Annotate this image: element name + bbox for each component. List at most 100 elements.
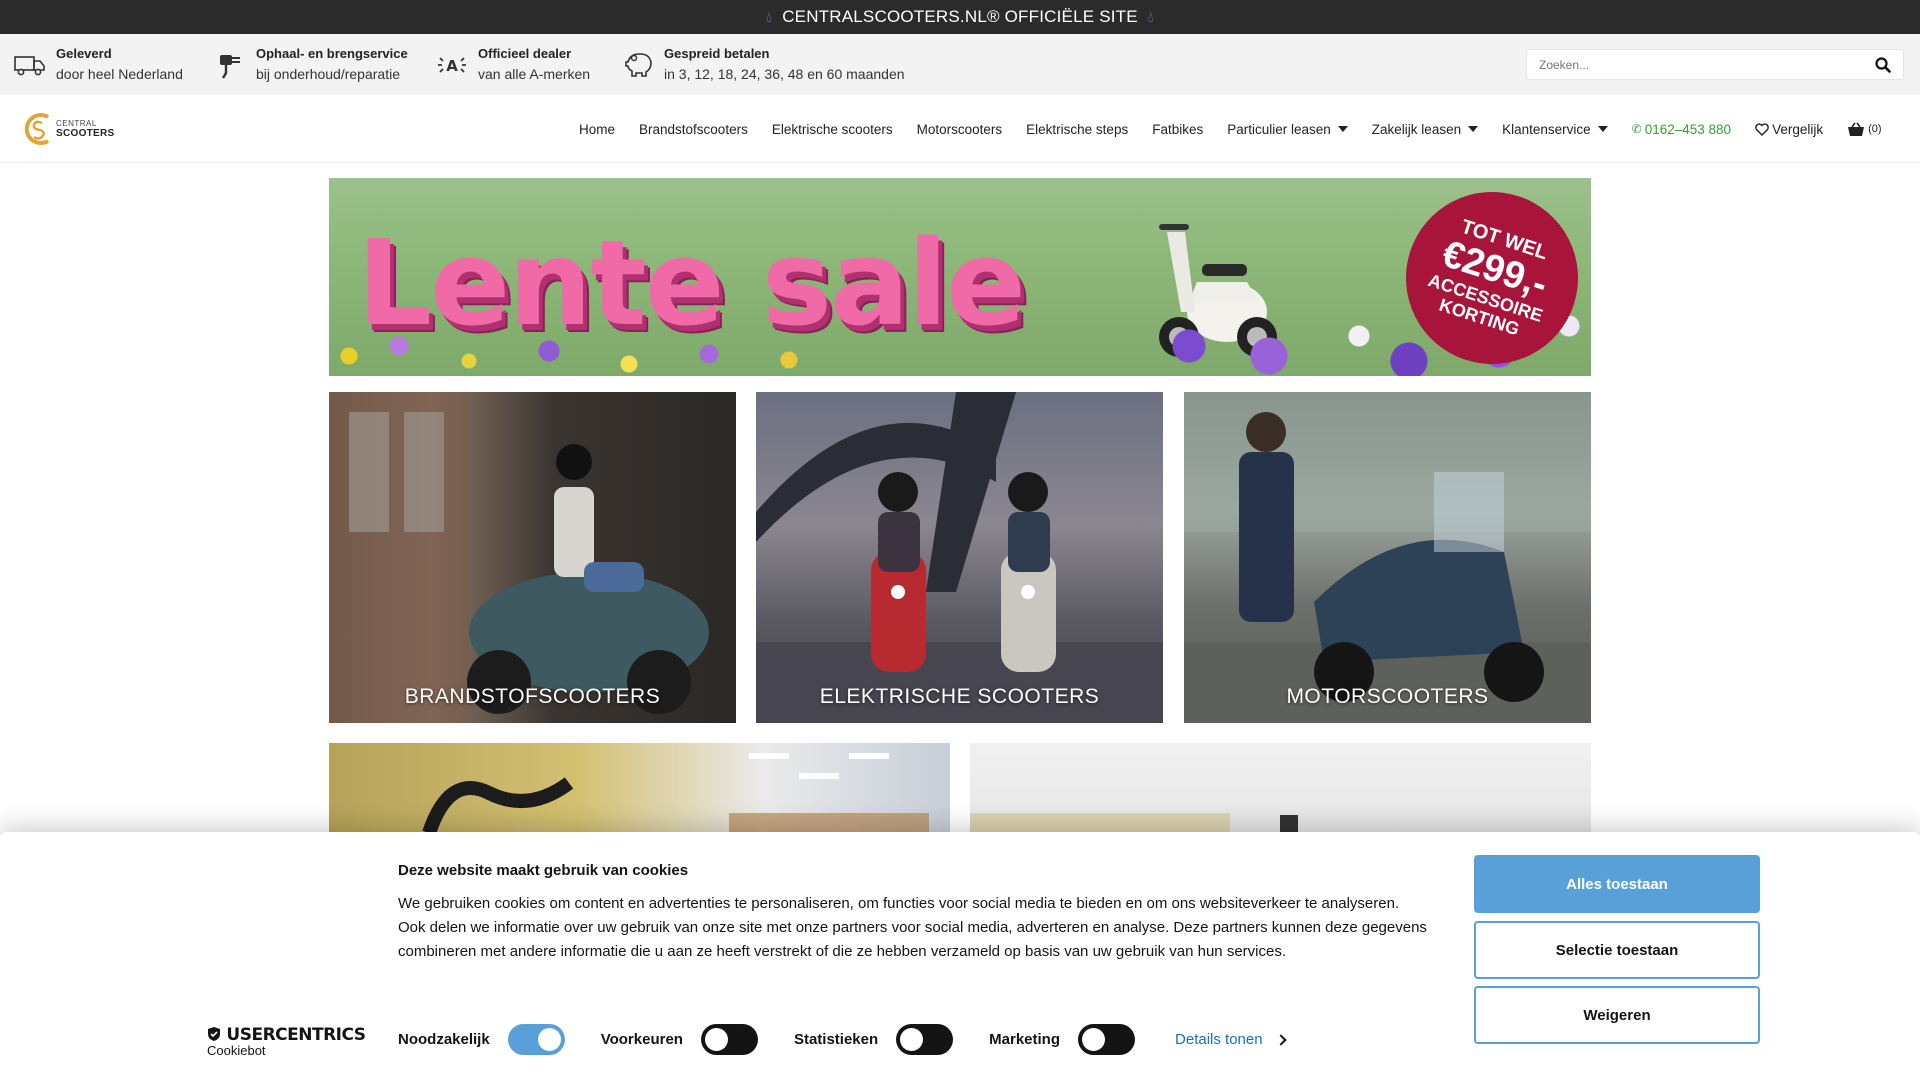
nav-particulier-leasen[interactable]: Particulier leasen <box>1227 122 1348 137</box>
search-input[interactable] <box>1527 50 1863 79</box>
showroom-photo <box>970 813 1298 843</box>
necessary-switch[interactable] <box>507 1024 565 1055</box>
search-box <box>1526 49 1904 80</box>
marketing-switch[interactable] <box>1078 1024 1136 1055</box>
details-label: Details tonen <box>1175 1031 1263 1048</box>
cookie-brand-text: USERCENTRICS <box>226 1025 366 1045</box>
tile-label: BRANDSTOFSCOOTERS <box>404 685 661 708</box>
switch-knob <box>900 1028 924 1051</box>
toggle-preferences: Voorkeuren <box>601 1024 758 1055</box>
main-menu: Home Brandstofscooters Elektrische scoot… <box>579 95 1906 163</box>
nav-label: Home <box>579 121 616 137</box>
details-link[interactable]: Details tonen <box>1175 1031 1287 1048</box>
switch-knob <box>537 1028 561 1051</box>
cart-count: (0) <box>1868 123 1882 135</box>
showroom-tile[interactable] <box>970 743 1591 843</box>
scooter-photo <box>329 392 709 723</box>
showroom-photo <box>422 753 929 843</box>
nav-klantenservice[interactable]: Klantenservice <box>1502 122 1608 137</box>
allow-selection-button[interactable]: Selectie toestaan <box>1474 921 1760 979</box>
usercentrics-logo[interactable]: USERCENTRICS Cookiebot <box>207 1025 366 1058</box>
usp-title: Ophaal- en brengservice <box>256 46 408 61</box>
logo[interactable]: CENTRAL SCOOTERS <box>22 111 115 147</box>
usp-subtitle: bij onderhoud/reparatie <box>256 66 400 82</box>
cookie-brand-sub: Cookiebot <box>207 1043 266 1058</box>
nav-label: Brandstofscooters <box>639 121 748 137</box>
switch-knob <box>1082 1028 1106 1051</box>
droplet-icon: 💧︎ <box>1147 8 1154 26</box>
toggle-statistics: Statistieken <box>793 1024 954 1055</box>
phone-number: 0162–453 880 <box>1644 121 1732 137</box>
usp-title: Geleverd <box>56 46 112 61</box>
nav-motorscooters[interactable]: Motorscooters <box>917 122 1003 137</box>
promo-banner[interactable]: Lente sale TOT WEL €299,- ACCESSOIRE KOR… <box>329 178 1591 376</box>
truck-icon <box>14 49 46 81</box>
toggle-label: Noodzakelijk <box>398 1031 490 1048</box>
nav-cart[interactable]: (0) <box>1847 122 1882 137</box>
toggle-label: Marketing <box>989 1031 1061 1048</box>
usp-subtitle: van alle A-merken <box>478 66 591 82</box>
toggle-marketing: Marketing <box>989 1024 1136 1055</box>
category-tile-brandstofscooters[interactable]: BRANDSTOFSCOOTERS <box>329 392 736 723</box>
nav-compare[interactable]: Vergelijk <box>1755 122 1823 137</box>
cookie-title: Deze website maakt gebruik van cookies <box>398 862 689 879</box>
nav-label: Fatbikes <box>1152 121 1204 137</box>
piggy-bank-icon <box>622 49 654 81</box>
caret-down-icon <box>1468 126 1479 132</box>
usp-bar: Geleverd door heel Nederland Ophaal- en … <box>0 34 1920 95</box>
deny-button[interactable]: Weigeren <box>1474 986 1760 1044</box>
category-tile-elektrische-scooters[interactable]: ELEKTRISCHE SCOOTERS <box>756 392 1163 723</box>
cookie-body: We gebruiken cookies om content en adver… <box>398 895 1427 960</box>
heart-icon <box>1755 122 1769 136</box>
usp-delivery: Geleverd door heel Nederland <box>14 45 183 85</box>
scooter-photo <box>756 392 1163 723</box>
usp-title: Officieel dealer <box>478 46 572 61</box>
shield-icon <box>208 1027 220 1041</box>
nav-label: Motorscooters <box>916 121 1003 137</box>
usp-payment: Gespreid betalen in 3, 12, 18, 24, 36, 4… <box>622 45 905 85</box>
nav-home[interactable]: Home <box>579 122 615 137</box>
a-badge-icon: A <box>436 49 468 81</box>
usp-pickup: Ophaal- en brengservice bij onderhoud/re… <box>214 45 408 85</box>
nav-phone-link[interactable]: ✆ 0162–453 880 <box>1632 122 1731 137</box>
basket-icon <box>1848 122 1865 136</box>
toggle-label: Statistieken <box>793 1031 879 1048</box>
announcement-bar: 💧︎ CENTRALSCOOTERS.NL® OFFICIËLE SITE 💧︎ <box>0 0 1920 34</box>
wrench-icon <box>214 49 246 81</box>
search-button[interactable] <box>1863 50 1903 79</box>
main-navbar: CENTRAL SCOOTERS Home Brandstofscooters … <box>0 95 1920 163</box>
chevron-right-icon <box>1274 1033 1287 1046</box>
allow-all-button[interactable]: Alles toestaan <box>1474 855 1760 913</box>
svg-text:A: A <box>446 57 458 75</box>
nav-brandstofscooters[interactable]: Brandstofscooters <box>639 122 748 137</box>
nav-elektrische-steps[interactable]: Elektrische steps <box>1026 122 1128 137</box>
nav-fatbikes[interactable]: Fatbikes <box>1152 122 1203 137</box>
search-icon <box>1875 56 1891 73</box>
usp-title: Gespreid betalen <box>664 46 770 61</box>
nav-label: Elektrische steps <box>1026 121 1129 137</box>
caret-down-icon <box>1597 126 1608 132</box>
toggle-necessary: Noodzakelijk <box>398 1024 565 1055</box>
nav-label: Particulier leasen <box>1227 121 1331 137</box>
preferences-switch[interactable] <box>700 1024 758 1055</box>
droplet-icon: 💧︎ <box>765 8 773 26</box>
usp-dealer: A Officieel dealer van alle A-merken <box>436 45 590 85</box>
nav-elektrische-scooters[interactable]: Elektrische scooters <box>772 122 893 137</box>
phone-icon: ✆ <box>1631 122 1642 136</box>
cookie-consent-banner: Deze website maakt gebruik van cookies W… <box>0 832 1920 1080</box>
scooter-photo <box>1184 392 1591 723</box>
logo-mark-icon <box>24 113 50 145</box>
showroom-tile[interactable] <box>329 743 950 843</box>
switch-knob <box>704 1028 728 1051</box>
category-tile-motorscooters[interactable]: MOTORSCOOTERS <box>1184 392 1591 723</box>
announcement-text: CENTRALSCOOTERS.NL® OFFICIËLE SITE <box>782 7 1138 26</box>
usp-subtitle: in 3, 12, 18, 24, 36, 48 en 60 maanden <box>664 66 905 82</box>
usp-subtitle: door heel Nederland <box>56 66 183 82</box>
nav-label: Elektrische scooters <box>771 121 893 137</box>
tile-label: ELEKTRISCHE SCOOTERS <box>819 685 1100 708</box>
compare-label: Vergelijk <box>1772 121 1824 137</box>
statistics-switch[interactable] <box>896 1024 954 1055</box>
nav-zakelijk-leasen[interactable]: Zakelijk leasen <box>1372 122 1479 137</box>
nav-label: Klantenservice <box>1502 121 1591 137</box>
consent-toggles: Noodzakelijk Voorkeuren Statistieken Mar… <box>398 1024 1287 1055</box>
